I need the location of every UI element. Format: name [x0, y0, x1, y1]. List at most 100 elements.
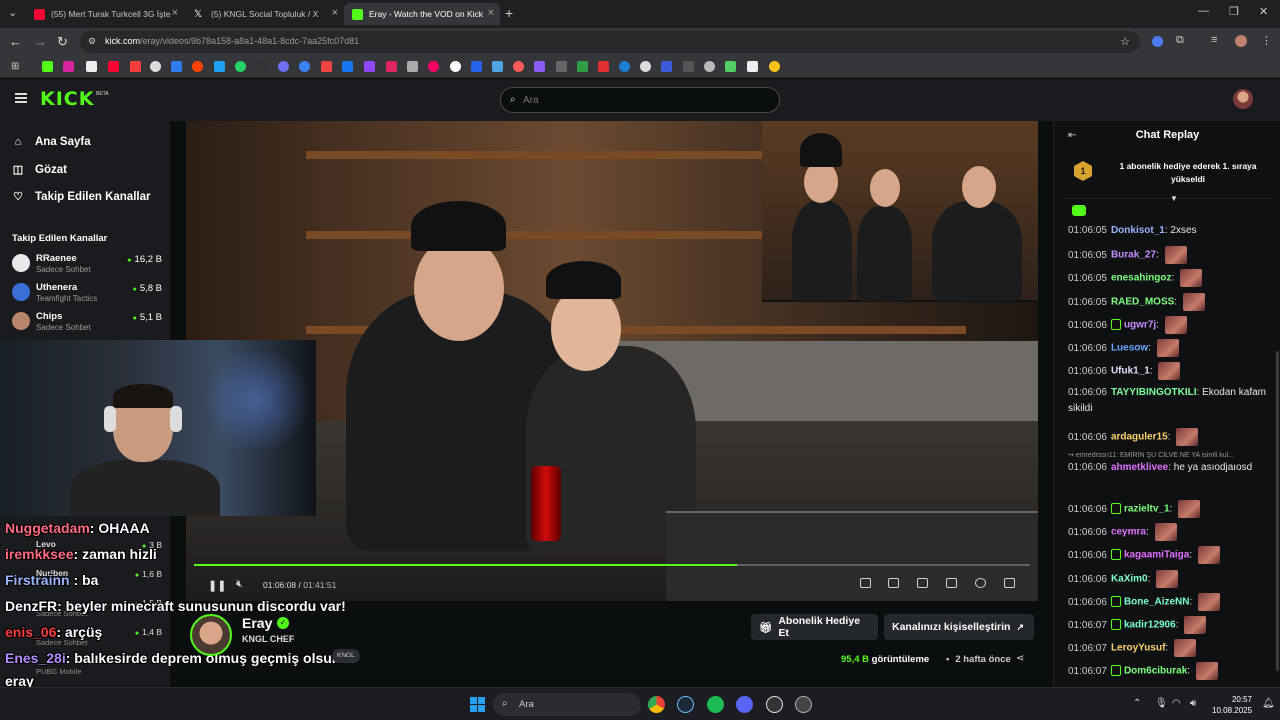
reply-preview[interactable]: ↪ emredrssn11: EMİRİN ŞU CİLVE NE YA isi… — [1068, 451, 1234, 459]
cast-icon[interactable] — [946, 578, 957, 588]
menu-icon[interactable] — [15, 93, 27, 103]
gift-subscription-button[interactable]: 🎁︎ Abonelik Hediye Et — [751, 614, 878, 640]
volume-icon[interactable]: 🔊︎ — [1190, 698, 1196, 709]
browser-menu-icon[interactable]: ⋮ — [1261, 34, 1272, 47]
minimize-icon[interactable]: — — [1198, 5, 1209, 17]
sidebar-channel[interactable]: RRaenee Sadece Sohbet 16,2 B — [12, 251, 162, 279]
notifications-icon[interactable]: 🔔︎ — [1262, 698, 1275, 709]
chat-username[interactable]: kagaamiTaiga — [1124, 550, 1189, 561]
close-tab-icon[interactable]: × — [332, 7, 338, 19]
chat-scrollbar[interactable] — [1276, 351, 1279, 671]
bookmark-facebook-icon[interactable] — [342, 61, 353, 72]
bookmark-whatsapp-icon[interactable] — [235, 61, 246, 72]
browser-tab-3[interactable]: Eray - Watch the VOD on Kick × — [344, 3, 500, 25]
nav-browse[interactable]: ◫ Gözat — [12, 163, 67, 177]
bookmark-icon[interactable] — [428, 61, 439, 72]
steam-icon[interactable] — [677, 696, 694, 713]
reading-list-icon[interactable]: ≡ — [1211, 34, 1217, 46]
bookmark-icon[interactable] — [513, 61, 524, 72]
chat-username[interactable]: Donkisot_1 — [1111, 225, 1165, 236]
share-icon[interactable]: ⋖ — [1016, 653, 1024, 664]
chat-username[interactable]: ahmetklivee — [1111, 462, 1168, 473]
bookmark-icon[interactable] — [704, 61, 715, 72]
nav-home[interactable]: ⌂ Ana Sayfa — [12, 136, 91, 148]
muted-volume-icon[interactable]: 🔇︎ — [236, 578, 243, 591]
chat-username[interactable]: Luesow — [1111, 343, 1148, 354]
windows-start-icon[interactable] — [470, 697, 485, 712]
bookmark-icon[interactable] — [278, 61, 289, 72]
kick-logo[interactable]: KICK — [40, 88, 94, 110]
tray-chevron-icon[interactable]: ⌃ — [1133, 698, 1141, 709]
theater-mode-icon[interactable] — [917, 578, 928, 588]
customize-channel-button[interactable]: Kanalınızı kişiselleştirin ↗ — [884, 614, 1034, 640]
tab-search-icon[interactable]: ⌄ — [8, 6, 17, 19]
bookmark-x-icon[interactable] — [86, 61, 97, 72]
sidebar-channel[interactable]: Chips Sadece Sohbet 5,1 B — [12, 309, 162, 337]
bookmark-icon[interactable] — [769, 61, 780, 72]
bookmark-icon[interactable] — [407, 61, 418, 72]
obs-icon[interactable] — [766, 696, 783, 713]
browser-tab-2[interactable]: 𝕏 (5) KNGL Social Topluluk / X × — [186, 3, 344, 25]
bookmark-icon[interactable] — [214, 61, 225, 72]
bookmark-icon[interactable] — [747, 61, 758, 72]
bookmark-icon[interactable] — [598, 61, 609, 72]
chat-username[interactable]: LeroyYusuf — [1111, 643, 1165, 654]
media-player-icon[interactable] — [795, 696, 812, 713]
channel-name[interactable]: Eray — [242, 615, 272, 631]
chat-username[interactable]: kadir12906 — [1124, 620, 1176, 631]
pip-icon[interactable] — [888, 578, 899, 588]
extension-icon[interactable] — [1152, 36, 1163, 47]
bookmark-icon[interactable] — [619, 61, 630, 72]
spotify-icon[interactable] — [707, 696, 724, 713]
bookmark-icon[interactable] — [577, 61, 588, 72]
video-progress-bar[interactable] — [194, 564, 1030, 566]
chat-username[interactable]: KaXim0 — [1111, 574, 1148, 585]
chat-username[interactable]: enesahingoz — [1111, 273, 1172, 284]
bookmark-icon[interactable] — [471, 61, 482, 72]
settings-icon[interactable] — [975, 578, 986, 588]
bookmark-icon[interactable] — [150, 61, 161, 72]
user-avatar[interactable] — [1233, 89, 1253, 109]
chat-username[interactable]: ceymra — [1111, 527, 1146, 538]
bookmark-icon[interactable] — [386, 61, 397, 72]
bookmark-instagram-icon[interactable] — [63, 61, 74, 72]
chat-username[interactable]: Ufuk1_1 — [1111, 366, 1150, 377]
restore-icon[interactable]: ❐ — [1229, 5, 1239, 18]
microphone-icon[interactable]: 🎙︎ — [1155, 698, 1168, 709]
bookmark-reddit-icon[interactable] — [192, 61, 203, 72]
nav-following[interactable]: ♡ Takip Edilen Kanallar — [12, 190, 150, 204]
taskbar-search[interactable]: ⌕ Ara — [493, 693, 641, 716]
bookmark-icon[interactable] — [640, 61, 651, 72]
stream-tag[interactable]: KNGL — [332, 649, 360, 663]
clip-icon[interactable] — [860, 578, 871, 588]
chrome-icon[interactable] — [648, 696, 665, 713]
bookmark-icon[interactable] — [171, 61, 182, 72]
reload-icon[interactable]: ↻ — [57, 34, 68, 50]
extensions-puzzle-icon[interactable]: ⧉ — [1176, 34, 1184, 47]
bookmark-icon[interactable] — [321, 61, 332, 72]
bookmark-icon[interactable] — [299, 61, 310, 72]
chat-username[interactable]: ugwr7j — [1124, 320, 1156, 331]
chat-username[interactable]: razieltv_1 — [1124, 504, 1170, 515]
search-input[interactable] — [523, 92, 763, 108]
pause-icon[interactable]: ❚❚ — [208, 579, 226, 592]
chat-username[interactable]: TAYYIBINGOTKILI — [1111, 387, 1197, 398]
bookmark-icon[interactable] — [534, 61, 545, 72]
close-tab-icon[interactable]: × — [488, 7, 494, 19]
chat-username[interactable]: Burak_27 — [1111, 250, 1156, 261]
url-text[interactable]: kick.com/eray/videos/9b78a158-a8a1-48a1-… — [105, 36, 359, 46]
browser-tab-1[interactable]: (55) Mert Turak Turkcell 3G İşte × — [26, 3, 184, 25]
discord-icon[interactable] — [736, 696, 753, 713]
taskbar-clock[interactable]: 20:57 10.08.2025 — [1212, 694, 1252, 716]
close-window-icon[interactable]: ✕ — [1259, 5, 1268, 18]
chat-username[interactable]: Dom6ciburak — [1124, 666, 1187, 677]
bookmark-star-icon[interactable]: ☆ — [1120, 35, 1130, 48]
profile-avatar-icon[interactable] — [1235, 35, 1247, 47]
chat-username[interactable]: RAED_MOSS — [1111, 297, 1174, 308]
bookmark-icon[interactable] — [683, 61, 694, 72]
chat-username[interactable]: Bone_AizeNN — [1124, 597, 1190, 608]
search-box[interactable]: ⌕ — [500, 87, 780, 113]
chat-username[interactable]: ardaguler15 — [1111, 432, 1168, 443]
apps-grid-icon[interactable]: ⊞ — [11, 61, 22, 72]
bookmark-icon[interactable] — [256, 61, 267, 72]
